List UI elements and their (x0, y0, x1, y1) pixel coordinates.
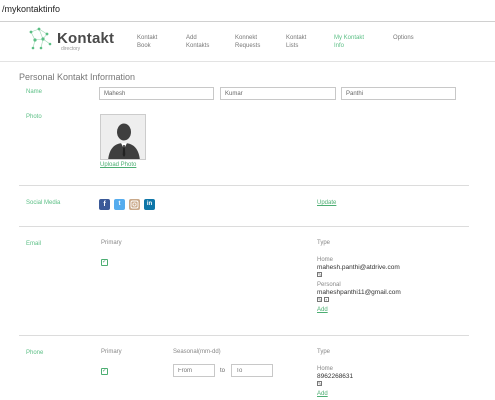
nav-label-line2: Requests (235, 43, 261, 49)
nav-label-line2: Info (334, 43, 345, 49)
email-primary-header: Primary (101, 240, 122, 246)
address-bar[interactable]: /mykontaktinfo (0, 0, 495, 22)
nav-label-line1: Options (393, 35, 414, 41)
phone-value-home: 8962268631 (317, 373, 354, 380)
phone-primary-checkbox[interactable]: ✓ (101, 368, 108, 375)
email-type-personal: Personal (317, 282, 341, 288)
nav-label-line2: Lists (286, 43, 299, 49)
phone-seasonal-header: Seasonal(mm-dd) (173, 349, 221, 355)
phone-label: Phone (26, 350, 44, 356)
section-divider (19, 185, 469, 186)
network-logo-icon (29, 27, 52, 50)
nav-label-line1: Kontakt (286, 35, 307, 41)
photo-label: Photo (26, 114, 42, 120)
phone-type-header: Type (317, 349, 331, 355)
first-name-input[interactable]: Mahesh (99, 87, 214, 100)
email-primary-checkbox[interactable]: ✓ (101, 259, 108, 266)
seasonal-to-input[interactable] (231, 364, 273, 377)
nav-label-line2: Book (137, 43, 151, 49)
name-label: Name (26, 89, 43, 95)
nav-label-line1: Kontakt (137, 35, 158, 41)
nav-options[interactable]: Options (393, 34, 414, 42)
instagram-icon[interactable] (129, 199, 140, 210)
nav-kontakt-book[interactable]: Kontakt Book (137, 34, 157, 50)
phone-primary-header: Primary (101, 349, 122, 355)
seasonal-from-input[interactable] (173, 364, 215, 377)
email-type-header: Type (317, 240, 331, 246)
update-social-link[interactable]: Update (317, 200, 336, 206)
email-label: Email (26, 241, 42, 247)
add-email-link[interactable]: Add (317, 307, 328, 313)
nav-kontakt-lists[interactable]: Kontakt Lists (286, 34, 306, 50)
linkedin-icon[interactable]: in (144, 199, 155, 210)
phone-type-home: Home (317, 366, 334, 372)
twitter-icon[interactable]: t (114, 199, 125, 210)
to-label: to (220, 368, 226, 374)
avatar-silhouette-icon (101, 115, 145, 159)
email-value-personal: maheshpanthi11@gmail.com (317, 289, 401, 296)
social-media-label: Social Media (26, 200, 61, 206)
edit-icon[interactable]: ✎ (317, 381, 322, 386)
facebook-icon[interactable]: f (99, 199, 110, 210)
profile-photo (100, 114, 146, 160)
email-value-home: mahesh.panthi@atdrive.com (317, 264, 400, 271)
edit-icon[interactable]: ✎ (317, 272, 322, 277)
nav-my-kontakt-info[interactable]: My Kontakt Info (334, 34, 364, 50)
section-divider (19, 335, 469, 336)
logo-subtitle: directory (61, 46, 81, 52)
page-title: Personal Kontakt Information (19, 72, 136, 82)
upload-photo-link[interactable]: Upload Photo (100, 162, 136, 168)
nav-add-kontakts[interactable]: Add Kontakts (186, 34, 209, 50)
nav-label-line1: Konnekt (235, 35, 258, 41)
edit-icon[interactable]: ✎ (317, 297, 322, 302)
nav-label-line1: Add (186, 35, 197, 41)
nav-label-line1: My Kontakt (334, 35, 365, 41)
nav-konnekt-requests[interactable]: Konnekt Requests (235, 34, 260, 50)
nav-label-line2: Kontakts (186, 43, 210, 49)
url-text: /mykontaktinfo (2, 4, 61, 14)
add-phone-link[interactable]: Add (317, 391, 328, 397)
section-divider (19, 226, 469, 227)
email-type-home: Home (317, 257, 334, 263)
delete-icon[interactable]: ▪ (324, 297, 329, 302)
last-name-input[interactable]: Panthi (341, 87, 456, 100)
middle-name-input[interactable]: Kumar (220, 87, 336, 100)
logo-text[interactable]: Kontakt (57, 30, 114, 47)
